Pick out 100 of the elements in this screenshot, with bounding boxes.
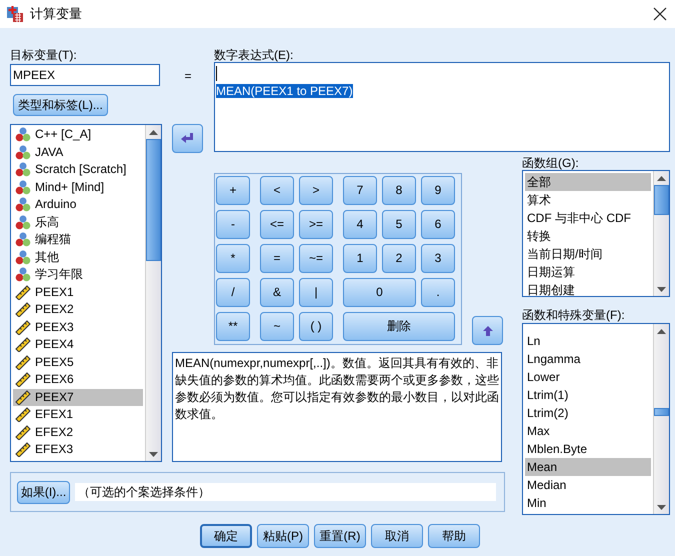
ruler-icon [15, 390, 31, 405]
scrollbar[interactable] [145, 125, 161, 461]
scroll-down-icon[interactable] [149, 452, 158, 456]
function-item[interactable]: Max [525, 422, 651, 440]
scroll-thumb[interactable] [654, 185, 669, 215]
function-item[interactable]: Lngamma [525, 350, 651, 368]
function-item[interactable]: Ltrim(1) [525, 386, 651, 404]
key-button[interactable]: 7 [343, 176, 377, 205]
up-arrow-icon [482, 324, 494, 336]
key-button[interactable]: = [260, 244, 294, 273]
list-label: 函数和特殊变量(F): [522, 308, 626, 322]
function-item[interactable]: Mean [525, 458, 651, 476]
variable-item[interactable]: Arduino [13, 196, 143, 214]
variable-item[interactable]: PEEX4 [13, 336, 143, 354]
ruler-icon [15, 302, 31, 318]
key-button[interactable]: ( ) [299, 312, 333, 341]
dialog-button[interactable]: 帮助 [428, 524, 480, 548]
variable-item[interactable]: C++ [C_A] [13, 126, 143, 144]
key-button[interactable]: ~= [299, 244, 333, 273]
scroll-up-icon[interactable] [149, 130, 158, 134]
dialog-button[interactable]: 粘贴(P) [257, 524, 309, 548]
key-button[interactable]: & [260, 278, 294, 307]
variable-item[interactable]: Scratch [Scratch] [13, 161, 143, 178]
key-button[interactable]: . [421, 278, 455, 307]
key-button[interactable]: 删除 [343, 312, 455, 341]
variable-item[interactable]: 乐高 [13, 214, 143, 231]
scroll-down-icon[interactable] [657, 286, 666, 292]
nominal-variable-icon [15, 127, 31, 142]
key-button[interactable]: 1 [343, 244, 377, 273]
key-button[interactable]: > [299, 176, 333, 205]
up-arrow-button[interactable] [472, 316, 503, 345]
key-button[interactable]: 0 [343, 278, 416, 307]
variable-item[interactable]: EFEX1 [13, 406, 143, 424]
function-group-item[interactable]: 算术 [525, 191, 651, 209]
move-arrow-button[interactable] [172, 124, 203, 153]
function-item[interactable]: Lower [525, 368, 651, 386]
function-group-item[interactable]: 日期创建 [525, 281, 651, 296]
type-label-button[interactable]: 类型和标签(L)... [13, 94, 108, 116]
function-group-item[interactable]: 转换 [525, 227, 651, 245]
function-group-item[interactable]: 全部 [525, 173, 651, 191]
scroll-down-icon[interactable] [657, 504, 666, 510]
variable-item[interactable]: PEEX2 [13, 301, 143, 318]
key-button[interactable]: <= [260, 210, 294, 239]
scroll-up-icon[interactable] [657, 328, 666, 334]
key-button[interactable]: < [260, 176, 294, 205]
expression-text: MEAN(PEEX1 to PEEX7) [216, 84, 353, 98]
nominal-variable-icon [15, 180, 31, 195]
key-button[interactable]: + [216, 176, 250, 205]
scroll-thumb[interactable] [146, 139, 161, 261]
key-button[interactable]: - [216, 210, 250, 239]
key-button[interactable]: * [216, 244, 250, 273]
key-button[interactable]: 8 [382, 176, 416, 205]
variable-item[interactable]: 编程猫 [13, 231, 143, 248]
variable-item[interactable]: 学习年限 [13, 266, 143, 284]
target-field[interactable]: MPEEX [10, 64, 160, 86]
key-button[interactable]: >= [299, 210, 333, 239]
expression-field[interactable]: MEAN(PEEX1 to PEEX7) [214, 62, 670, 152]
variable-item[interactable]: PEEX1 [13, 284, 143, 301]
scrollbar[interactable] [653, 324, 669, 514]
function-item[interactable]: Median [525, 476, 651, 494]
if-button[interactable]: 如果(I)... [17, 480, 70, 504]
key-button[interactable]: ** [216, 312, 250, 341]
variable-item[interactable]: 其他 [13, 248, 143, 266]
nominal-variable-icon [15, 162, 31, 178]
key-button[interactable]: 3 [421, 244, 455, 273]
variable-item[interactable]: PEEX7 [13, 388, 143, 406]
function-item[interactable]: Mblen.Byte [525, 440, 651, 458]
function-item[interactable]: Ln [525, 332, 651, 350]
function-group-item[interactable]: 当前日期/时间 [525, 245, 651, 263]
key-button[interactable]: ~ [260, 312, 294, 341]
function-item[interactable]: Min [525, 494, 651, 512]
close-button[interactable] [653, 7, 667, 21]
ruler-icon [15, 354, 31, 370]
function-group-item[interactable]: 日期运算 [525, 263, 651, 281]
key-button[interactable]: | [299, 278, 333, 307]
key-button[interactable]: / [216, 278, 250, 307]
variable-item[interactable]: Mind+ [Mind] [13, 178, 143, 196]
key-button[interactable]: 2 [382, 244, 416, 273]
key-button[interactable]: 4 [343, 210, 377, 239]
dialog-button[interactable]: 重置(R) [314, 524, 366, 548]
scrollbar[interactable] [653, 171, 669, 296]
variable-item[interactable]: EFEX2 [13, 424, 143, 441]
list-label: 函数组(G): [522, 156, 580, 170]
variable-item[interactable]: PEEX5 [13, 354, 143, 371]
dialog-button[interactable]: 确定 [200, 524, 252, 548]
scroll-thumb[interactable] [654, 408, 669, 416]
dialog-button[interactable]: 取消 [371, 524, 423, 548]
variable-item[interactable]: JAVA [13, 144, 143, 161]
key-button[interactable]: 6 [421, 210, 455, 239]
key-button[interactable]: 5 [382, 210, 416, 239]
key-button[interactable]: 9 [421, 176, 455, 205]
variable-item[interactable]: EFEX3 [13, 441, 143, 458]
variable-item[interactable]: PEEX3 [13, 318, 143, 336]
variable-item[interactable]: PEEX6 [13, 371, 143, 388]
function-group-item[interactable]: CDF 与非中心 CDF [525, 209, 651, 227]
ruler-icon [15, 337, 31, 352]
function-item[interactable]: Ltrim(2) [525, 404, 651, 422]
nominal-variable-icon [15, 267, 31, 282]
ruler-icon [15, 284, 31, 300]
scroll-up-icon[interactable] [657, 176, 666, 180]
